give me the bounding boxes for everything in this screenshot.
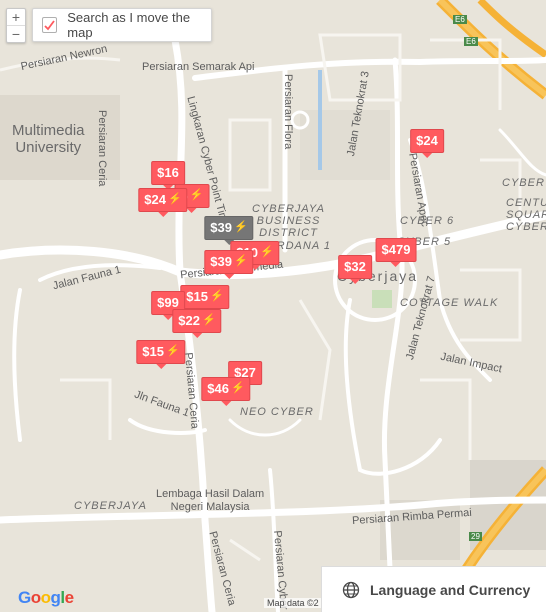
price-pin[interactable]: $15 ⚡ (136, 340, 186, 369)
price-pin[interactable]: $479 (375, 238, 417, 267)
map-canvas[interactable]: Persiaran Newron Persiaran Semarak Api M… (0, 0, 546, 612)
route-shield-e6-b: E6 (464, 37, 478, 46)
district-label-cyber6: CYBER 6 (400, 215, 455, 227)
map-attribution[interactable]: Map data ©2 (264, 598, 322, 608)
google-logo[interactable]: Google (18, 588, 74, 608)
price-pin[interactable]: $32 (338, 255, 372, 284)
globe-icon (342, 581, 360, 599)
search-as-move-label: Search as I move the map (67, 10, 191, 40)
district-label-cyberjaya-sw: CYBERJAYA (74, 500, 147, 512)
district-label-cbd: CYBERJAYA BUSINESS DISTRICT (252, 203, 325, 239)
district-label-neo-cyber: NEO CYBER (240, 406, 314, 418)
street-label-semarak: Persiaran Semarak Api (142, 61, 255, 73)
price-pin[interactable]: $39 ⚡ (204, 250, 254, 279)
district-label-cyber4: CYBER 4 (502, 177, 546, 189)
zoom-in-button[interactable]: + (7, 9, 25, 25)
instant-book-icon: ⚡ (166, 345, 180, 357)
instant-book-icon: ⚡ (234, 255, 248, 267)
zoom-control: + − (6, 8, 26, 43)
zoom-out-button[interactable]: − (7, 25, 25, 42)
street-label-ceria-top: Persiaran Ceria (96, 110, 108, 187)
street-label-flora: Persiaran Flora (282, 74, 294, 150)
instant-book-icon: ⚡ (234, 221, 248, 233)
instant-book-icon: ⚡ (168, 193, 182, 205)
instant-book-icon: ⚡ (210, 290, 224, 302)
district-label-cottage: COTTAGE WALK (400, 297, 499, 309)
poi-label-lembaga: Lembaga Hasil Dalam Negeri Malaysia (156, 488, 265, 513)
instant-book-icon: ⚡ (189, 189, 204, 201)
checkbox[interactable] (42, 17, 58, 33)
instant-book-icon: ⚡ (202, 314, 216, 326)
route-shield-29: 29 (469, 532, 482, 541)
instant-book-icon: ⚡ (260, 246, 274, 258)
price-pin[interactable]: $24 ⚡ (138, 188, 188, 217)
district-label-centu: CENTU SQUARE CYBERJ (506, 197, 546, 233)
price-pin[interactable]: $22 ⚡ (172, 309, 222, 338)
price-pin[interactable]: $46 ⚡ (201, 377, 251, 406)
route-shield-e6-a: E6 (453, 15, 467, 24)
place-label-mmu: Multimedia University (12, 122, 85, 156)
price-pin[interactable]: $24 (410, 129, 444, 158)
language-currency-button[interactable]: Language and Currency (321, 566, 546, 612)
instant-book-icon: ⚡ (231, 382, 245, 394)
check-icon (44, 19, 55, 30)
language-currency-label: Language and Currency (370, 582, 531, 598)
search-as-move-toggle[interactable]: Search as I move the map (32, 8, 212, 42)
